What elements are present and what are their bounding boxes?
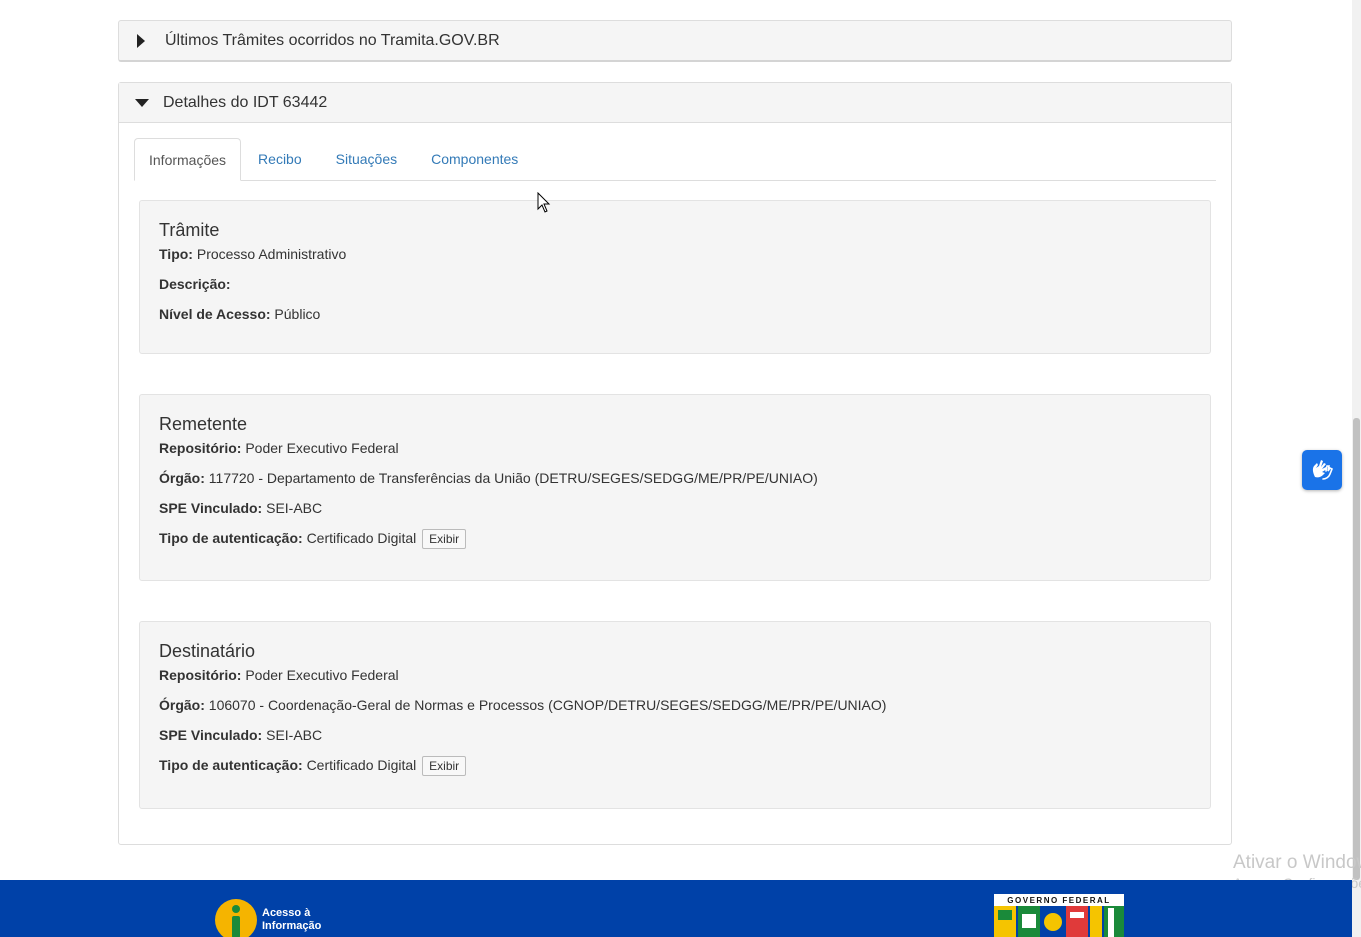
destinatario-orgao-value: 106070 - Coordenação-Geral de Normas e P… (208, 697, 887, 713)
tramite-nivel-value: Público (274, 306, 321, 322)
destinatario-orgao-row: Órgão: 106070 - Coordenação-Geral de Nor… (159, 696, 1191, 714)
tramite-tipo-row: Tipo: Processo Administrativo (159, 245, 1191, 263)
ultimos-tramites-panel: Últimos Trâmites ocorridos no Tramita.GO… (118, 20, 1232, 62)
detalhes-idt-panel: Detalhes do IDT 63442 Informações Recibo… (118, 82, 1232, 845)
remetente-repositorio-row: Repositório: Poder Executivo Federal (159, 439, 1191, 457)
remetente-exibir-button[interactable]: Exibir (422, 529, 467, 550)
ultimos-tramites-title: Últimos Trâmites ocorridos no Tramita.GO… (165, 31, 500, 49)
remetente-auth-label: Tipo de autenticação: (159, 530, 303, 546)
destinatario-spe-label: SPE Vinculado: (159, 727, 263, 743)
destinatario-heading: Destinatário (159, 641, 256, 661)
remetente-auth-row: Tipo de autenticação: Certificado Digita… (159, 529, 1191, 550)
destinatario-spe-row: SPE Vinculado: SEI-ABC (159, 726, 1191, 744)
destinatario-auth-value: Certificado Digital (306, 757, 417, 773)
governo-federal-text: GOVERNO FEDERAL (1007, 896, 1110, 905)
remetente-repositorio-label: Repositório: (159, 440, 242, 456)
tab-situacoes[interactable]: Situações (319, 138, 414, 180)
remetente-orgao-label: Órgão: (159, 470, 205, 486)
tab-componentes[interactable]: Componentes (414, 138, 535, 180)
acesso-informacao-line1: Acesso à (262, 907, 311, 919)
scrollbar-thumb[interactable] (1353, 418, 1360, 880)
governo-federal-logo: GOVERNO FEDERAL (994, 894, 1134, 937)
destinatario-repositorio-row: Repositório: Poder Executivo Federal (159, 666, 1191, 684)
caret-down-icon (135, 98, 149, 107)
acesso-informacao-line2: Informação (262, 920, 322, 932)
remetente-orgao-value: 117720 - Departamento de Transferências … (208, 470, 818, 486)
ultimos-tramites-toggle[interactable]: Últimos Trâmites ocorridos no Tramita.GO… (119, 21, 1231, 60)
remetente-spe-label: SPE Vinculado: (159, 500, 263, 516)
tab-recibo[interactable]: Recibo (241, 138, 319, 180)
caret-right-icon (137, 33, 145, 48)
remetente-spe-value: SEI-ABC (266, 500, 323, 516)
mouse-cursor-icon (537, 191, 551, 217)
page-scrollbar[interactable] (1352, 0, 1361, 937)
remetente-section: Remetente Repositório: Poder Executivo F… (139, 394, 1211, 581)
destinatario-spe-value: SEI-ABC (266, 727, 323, 743)
tramite-tipo-value: Processo Administrativo (196, 246, 347, 262)
tramite-descricao-row: Descrição: (159, 275, 1191, 293)
tramite-nivel-row: Nível de Acesso: Público (159, 305, 1191, 323)
remetente-spe-row: SPE Vinculado: SEI-ABC (159, 499, 1191, 517)
hands-sign-language-icon (1312, 460, 1334, 480)
watermark-line1: Ativar o Windows (1233, 852, 1361, 873)
destinatario-repositorio-label: Repositório: (159, 667, 242, 683)
detalhes-tabs: Informações Recibo Situações Componentes (134, 138, 1216, 181)
tramite-section: Trâmite Tipo: Processo Administrativo De… (139, 200, 1211, 354)
acesso-informacao-link[interactable]: Acesso à Informação (214, 898, 321, 937)
destinatario-section: Destinatário Repositório: Poder Executiv… (139, 621, 1211, 809)
destinatario-auth-row: Tipo de autenticação: Certificado Digita… (159, 756, 1191, 777)
destinatario-repositorio-value: Poder Executivo Federal (245, 667, 399, 683)
remetente-orgao-row: Órgão: 117720 - Departamento de Transfer… (159, 469, 1191, 487)
site-footer: Acesso à Informação GOVERNO FEDERAL (0, 880, 1352, 937)
destinatario-orgao-label: Órgão: (159, 697, 205, 713)
info-icon (215, 899, 257, 937)
tramite-nivel-label: Nível de Acesso: (159, 306, 271, 322)
tab-informacoes[interactable]: Informações (134, 138, 242, 181)
destinatario-auth-label: Tipo de autenticação: (159, 757, 303, 773)
tramite-heading: Trâmite (159, 220, 220, 240)
detalhes-idt-title: Detalhes do IDT 63442 (163, 93, 328, 111)
destinatario-exibir-button[interactable]: Exibir (422, 756, 467, 777)
tramite-descricao-label: Descrição: (159, 276, 231, 292)
remetente-repositorio-value: Poder Executivo Federal (245, 440, 399, 456)
libras-accessibility-button[interactable] (1302, 450, 1342, 490)
tramite-tipo-label: Tipo: (159, 246, 193, 262)
detalhes-idt-toggle[interactable]: Detalhes do IDT 63442 (119, 83, 1231, 123)
remetente-auth-value: Certificado Digital (306, 530, 417, 546)
remetente-heading: Remetente (159, 414, 248, 434)
